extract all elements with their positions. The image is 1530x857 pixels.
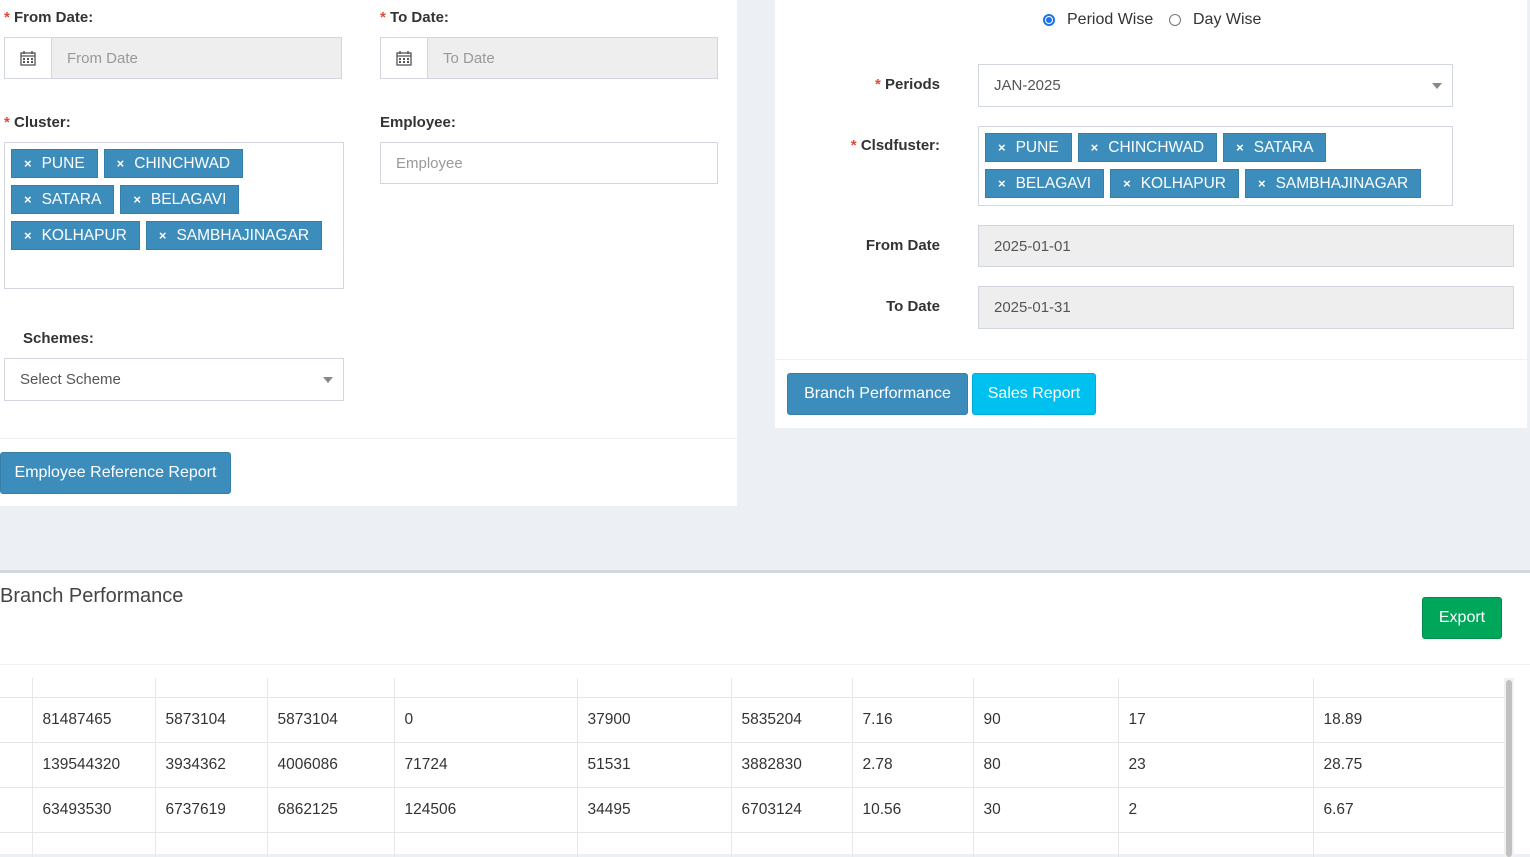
employee-reference-report-button[interactable]: Employee Reference Report: [0, 452, 231, 494]
employee-input[interactable]: Employee: [380, 142, 718, 184]
remove-tag-icon[interactable]: ×: [159, 228, 167, 243]
remove-tag-icon[interactable]: ×: [24, 192, 32, 207]
from-date-group: From Date: [4, 37, 342, 79]
from-date-label: * From Date:: [4, 9, 94, 26]
table-row: 63493530 6737619 6862125 124506 34495 67…: [0, 787, 1504, 833]
vertical-scrollbar[interactable]: [1504, 678, 1514, 857]
remove-tag-icon[interactable]: ×: [998, 140, 1006, 155]
to-date-input[interactable]: To Date: [427, 37, 718, 79]
cluster-multiselect[interactable]: × PUNE × CHINCHWAD × SATARA × BELAGAVI × KOLH…: [4, 142, 344, 289]
right-filter-panel: Period Wise Day Wise * Periods JAN-2025 …: [775, 0, 1527, 428]
results-table: 81487465 5873104 5873104 0 37900 5835204…: [0, 678, 1504, 857]
cluster-label: * Clsdfuster:: [850, 137, 940, 154]
employee-label: Employee:: [380, 114, 456, 131]
cluster-tag: × PUNE: [985, 133, 1072, 162]
cluster-tag: × SATARA: [11, 185, 115, 214]
cluster-tag: × CHINCHWAD: [1077, 133, 1218, 162]
cluster-tag: × CHINCHWAD: [103, 149, 244, 178]
to-date-field: 2025-01-31: [978, 286, 1514, 329]
divider: [0, 664, 1530, 665]
divider: [0, 438, 737, 439]
results-table-wrapper: 81487465 5873104 5873104 0 37900 5835204…: [0, 678, 1504, 857]
remove-tag-icon[interactable]: ×: [1258, 176, 1266, 191]
scrollbar-thumb[interactable]: [1506, 680, 1512, 857]
cluster-tag: × BELAGAVI: [985, 169, 1105, 198]
period-wise-radio[interactable]: Period Wise: [1043, 11, 1153, 29]
branch-performance-button[interactable]: Branch Performance: [787, 373, 968, 415]
schemes-select[interactable]: Select Scheme: [4, 358, 344, 401]
remove-tag-icon[interactable]: ×: [1236, 140, 1244, 155]
to-date-group: To Date: [380, 37, 718, 79]
chevron-down-icon: [1432, 82, 1442, 89]
from-date-field: 2025-01-01: [978, 225, 1514, 267]
remove-tag-icon[interactable]: ×: [1123, 176, 1131, 191]
cluster-tag: × KOLHAPUR: [1110, 169, 1239, 198]
results-title: Branch Performance: [0, 585, 184, 607]
cluster-tag: × SATARA: [1223, 133, 1327, 162]
cluster-tag: × SAMBHAJINAGAR: [1245, 169, 1422, 198]
remove-tag-icon[interactable]: ×: [24, 156, 32, 171]
chevron-down-icon: [323, 376, 333, 383]
calendar-icon[interactable]: [380, 37, 427, 79]
left-filter-panel: * From Date: From Date * To Date: To Dat…: [0, 0, 737, 506]
results-panel: Branch Performance Export 81487465 58731…: [0, 570, 1530, 857]
divider: [775, 359, 1527, 360]
table-row: [0, 678, 1504, 698]
cluster-multiselect[interactable]: × PUNE × CHINCHWAD × SATARA × BELAGAVI × KOLH…: [978, 126, 1453, 206]
remove-tag-icon[interactable]: ×: [24, 228, 32, 243]
day-wise-radio[interactable]: Day Wise: [1169, 11, 1261, 29]
radio-selected-icon: [1043, 14, 1055, 26]
periods-label: * Periods: [874, 76, 940, 93]
remove-tag-icon[interactable]: ×: [117, 156, 125, 171]
remove-tag-icon[interactable]: ×: [998, 176, 1006, 191]
schemes-label: Schemes:: [23, 330, 94, 347]
cluster-tag: × BELAGAVI: [120, 185, 240, 214]
sales-report-button[interactable]: Sales Report: [972, 373, 1096, 415]
table-row: 139544320 3934362 4006086 71724 51531 38…: [0, 742, 1504, 788]
cluster-tag: × KOLHAPUR: [11, 221, 140, 250]
table-row: 81487465 5873104 5873104 0 37900 5835204…: [0, 697, 1504, 743]
remove-tag-icon[interactable]: ×: [1091, 140, 1099, 155]
export-button[interactable]: Export: [1422, 597, 1502, 639]
calendar-icon[interactable]: [4, 37, 51, 79]
to-date-label: * To Date:: [380, 9, 449, 26]
to-date-label: To Date: [886, 298, 940, 315]
remove-tag-icon[interactable]: ×: [133, 192, 141, 207]
periods-select[interactable]: JAN-2025: [978, 64, 1453, 107]
from-date-label: From Date: [865, 237, 940, 254]
table-row: [0, 832, 1504, 857]
cluster-tag: × PUNE: [11, 149, 98, 178]
radio-empty-icon: [1169, 14, 1181, 26]
from-date-input[interactable]: From Date: [51, 37, 342, 79]
cluster-label: * Cluster:: [4, 114, 71, 131]
cluster-tag: × SAMBHAJINAGAR: [145, 221, 323, 250]
